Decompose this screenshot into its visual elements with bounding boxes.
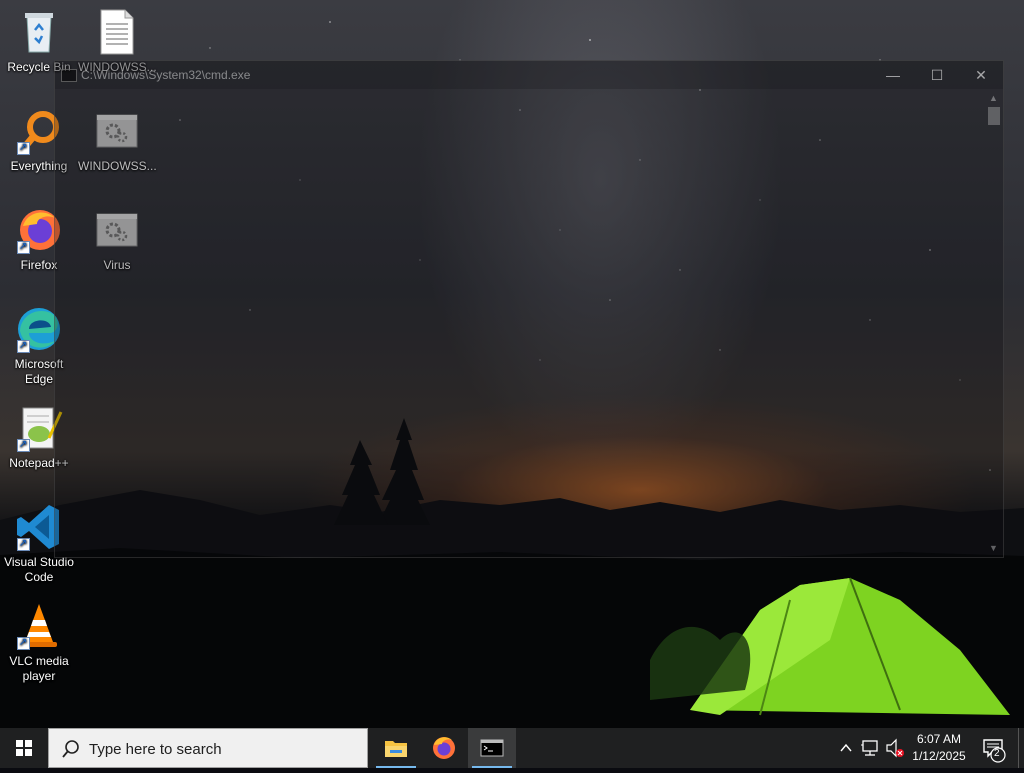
show-desktop-button[interactable] (1018, 728, 1024, 768)
cmd-title-bar[interactable]: C:\Windows\System32\cmd.exe — ☐ ✕ (55, 61, 1003, 89)
search-placeholder: Type here to search (89, 741, 222, 758)
taskbar-app-file-explorer[interactable] (372, 728, 420, 768)
cmd-scrollbar[interactable]: ▲ ▼ (987, 91, 1001, 555)
taskbar-app-cmd[interactable] (468, 728, 516, 768)
firefox-icon (433, 737, 455, 759)
cmd-window-title: C:\Windows\System32\cmd.exe (81, 68, 251, 82)
shortcut-arrow-icon (17, 536, 30, 551)
taskbar-clock[interactable]: 6:07 AM 1/12/2025 (904, 731, 974, 765)
clock-time: 6:07 AM (916, 732, 962, 746)
scroll-down-icon[interactable]: ▼ (989, 543, 998, 553)
search-icon (62, 740, 79, 758)
desktop-icon-label: VLC media (9, 654, 69, 668)
scroll-up-icon[interactable]: ▲ (989, 93, 998, 103)
file-explorer-icon (385, 741, 407, 757)
shortcut-arrow-icon (17, 140, 30, 155)
clock-date: 1/12/2025 (912, 749, 966, 763)
start-button[interactable] (0, 728, 48, 768)
close-button[interactable]: ✕ (959, 61, 1003, 89)
cmd-window[interactable]: C:\Windows\System32\cmd.exe — ☐ ✕ ▲ ▼ (54, 60, 1004, 558)
maximize-button[interactable]: ☐ (915, 61, 959, 89)
recycle-bin-icon (15, 8, 63, 56)
desktop-icon-label: Code (24, 570, 54, 584)
text-file-icon (93, 8, 141, 56)
cmd-icon (480, 739, 504, 757)
show-hidden-icons-chevron-icon[interactable] (836, 728, 856, 768)
taskbar-app-firefox[interactable] (420, 728, 468, 768)
notification-count-badge: 2 (994, 748, 1000, 759)
taskbar: Type here to search 6:07 AM 1/12/2025 2 (0, 728, 1024, 768)
action-center-button[interactable]: 2 (978, 728, 1014, 768)
windows-logo-icon (16, 740, 32, 756)
desktop-icon-vlc[interactable]: VLC media player (0, 602, 78, 684)
cmd-icon (61, 69, 77, 82)
shortcut-arrow-icon (17, 635, 30, 650)
shortcut-arrow-icon (17, 338, 30, 353)
vlc-icon (15, 602, 63, 650)
shortcut-arrow-icon (17, 437, 30, 452)
minimize-button[interactable]: — (871, 61, 915, 89)
network-icon[interactable] (860, 728, 882, 768)
taskbar-search-box[interactable]: Type here to search (48, 728, 368, 768)
desktop-icon-label: player (22, 669, 56, 683)
volume-muted-icon[interactable] (884, 728, 906, 768)
shortcut-arrow-icon (17, 239, 30, 254)
scroll-thumb[interactable] (988, 107, 1000, 125)
